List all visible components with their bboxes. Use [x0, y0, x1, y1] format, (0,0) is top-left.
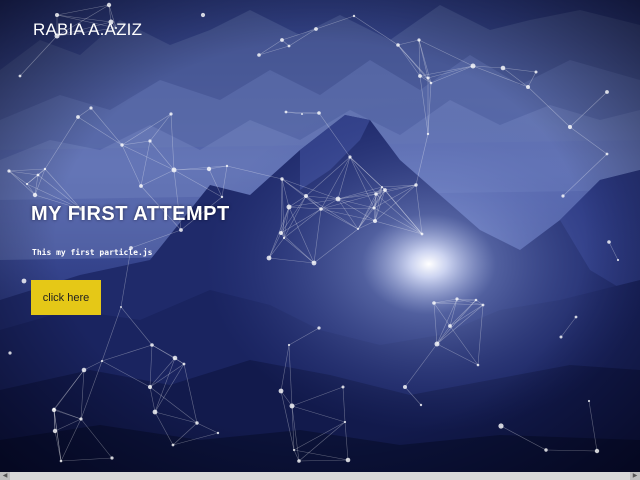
hero-background: [0, 0, 640, 480]
click-here-button[interactable]: click here: [31, 280, 101, 315]
brand-logo-text[interactable]: RABIA A.AZIZ: [33, 20, 142, 40]
hero-subtitle: This my first particle.js: [32, 248, 153, 257]
scroll-right-icon[interactable]: ▶: [630, 472, 640, 480]
hero-title: MY FIRST ATTEMPT: [31, 203, 230, 225]
scroll-left-icon[interactable]: ◀: [0, 472, 10, 480]
horizontal-scrollbar[interactable]: [0, 472, 640, 480]
